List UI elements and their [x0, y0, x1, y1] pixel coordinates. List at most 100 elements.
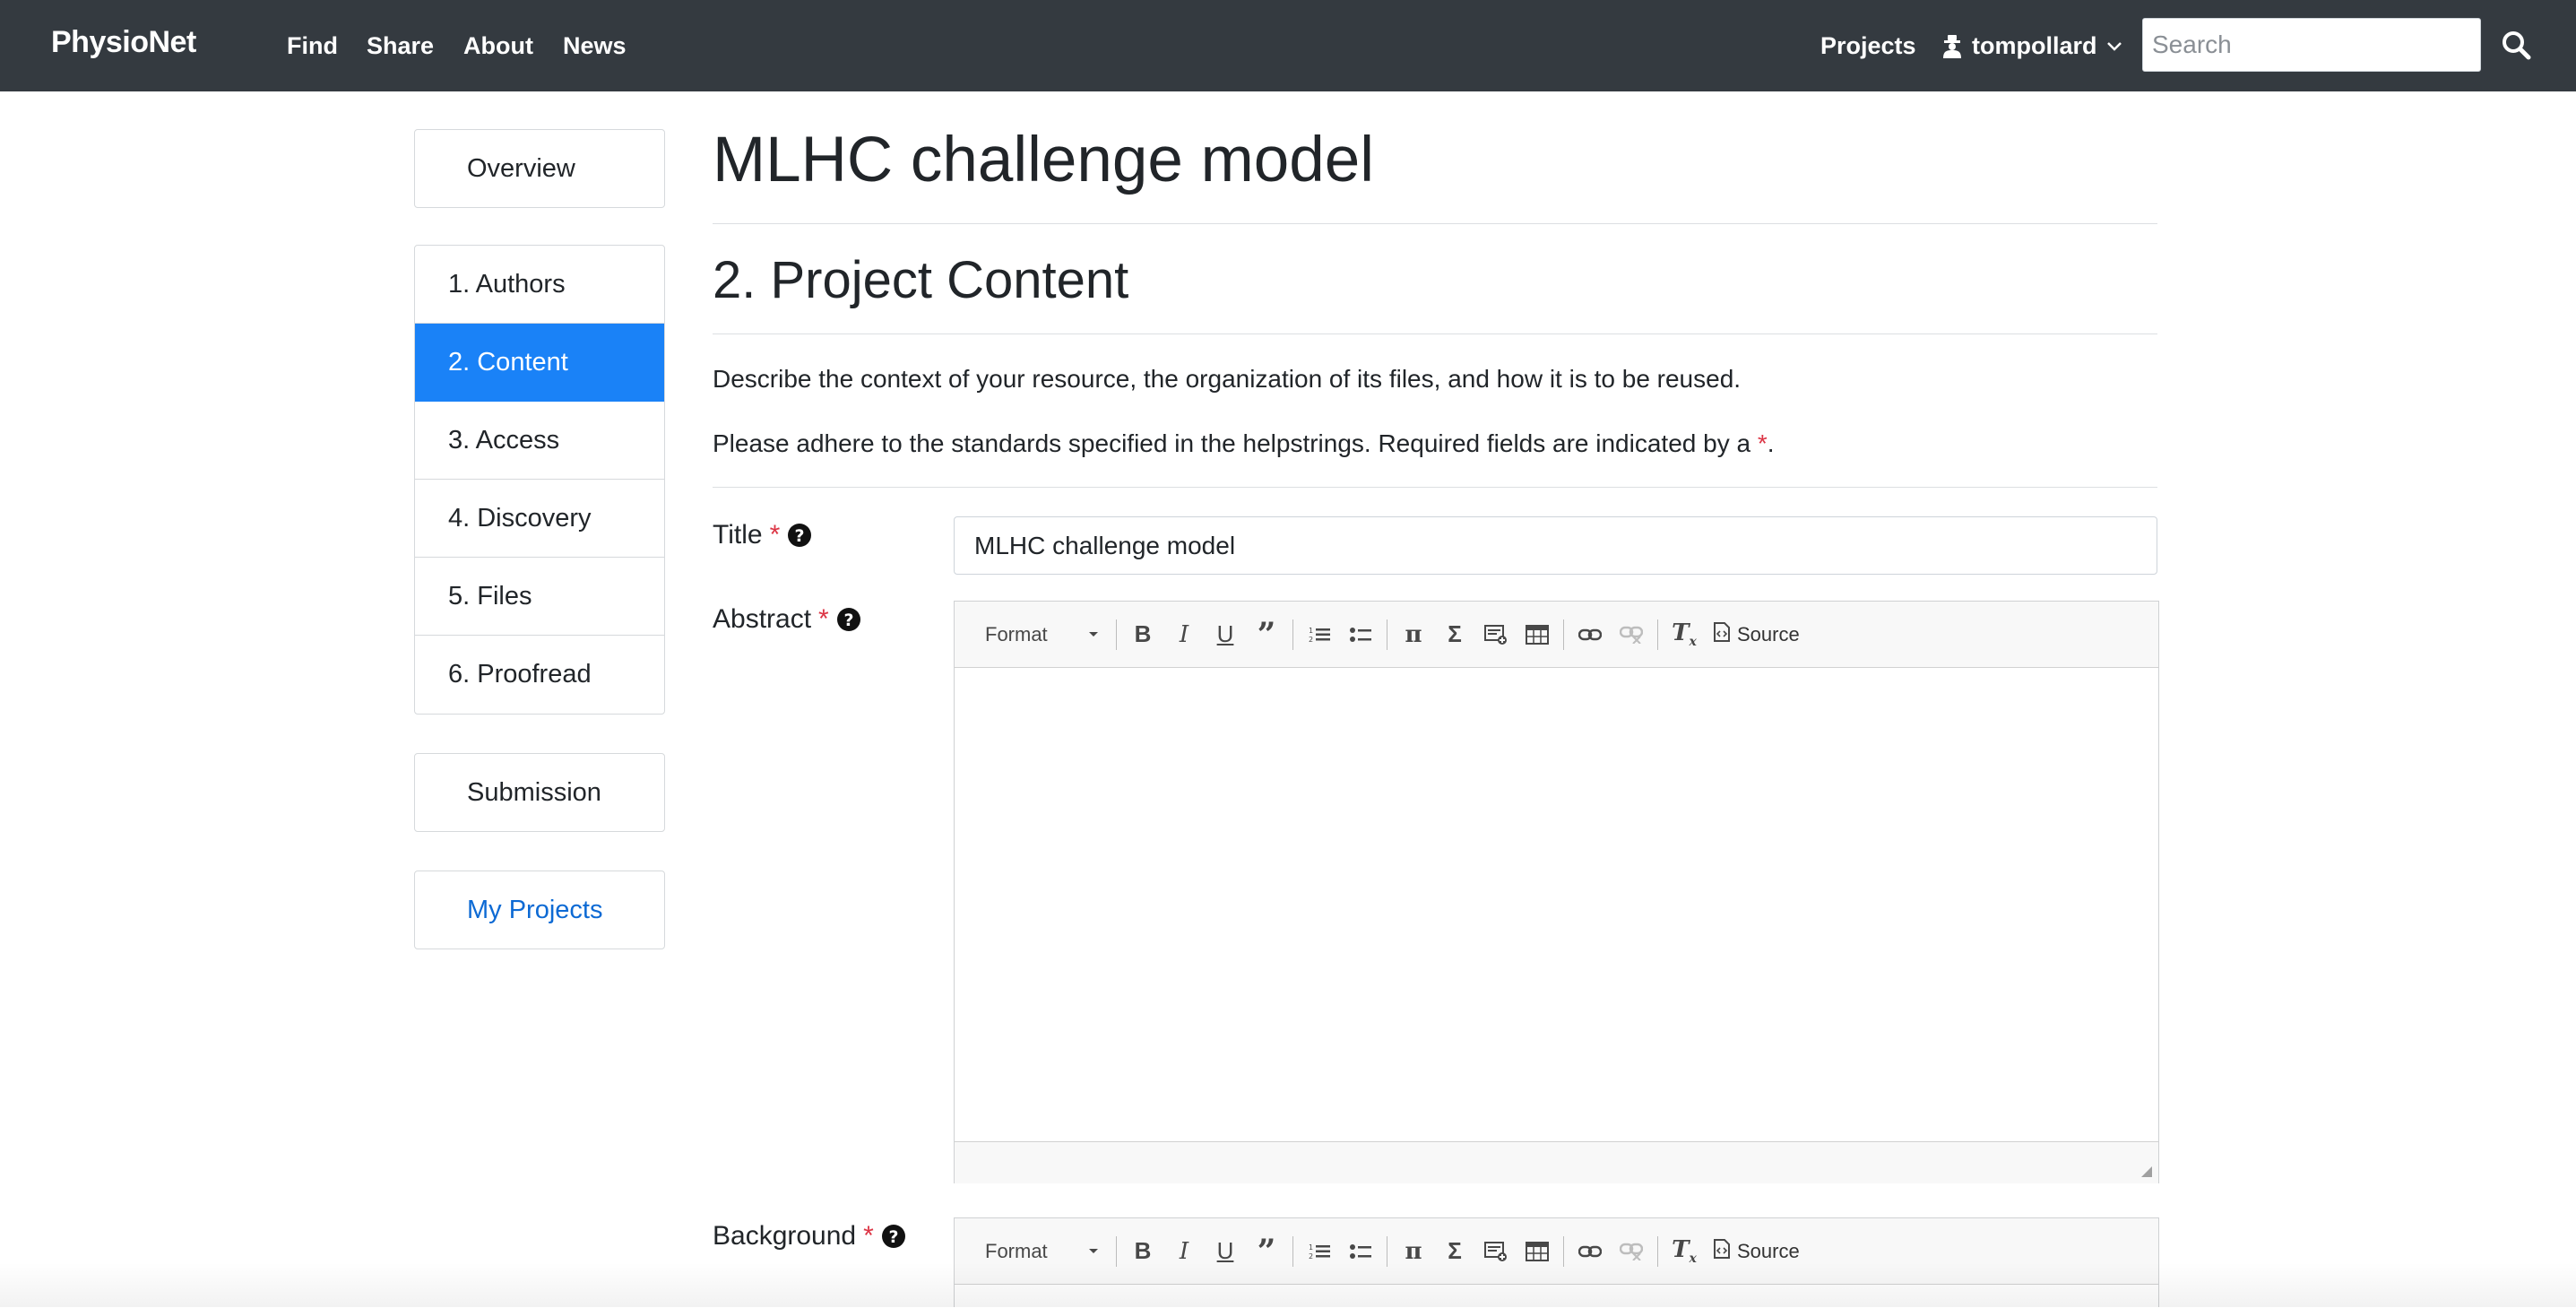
nav-about[interactable]: About — [463, 32, 533, 60]
sidebar-item-access[interactable]: 3. Access — [415, 402, 664, 480]
help-icon[interactable]: ? — [881, 1224, 906, 1249]
remove-format-button[interactable]: Tx — [1664, 1231, 1705, 1272]
sidebar-item-proofread[interactable]: 6. Proofread — [415, 636, 664, 714]
sidebar-item-discovery[interactable]: 4. Discovery — [415, 480, 664, 558]
title-label-text: Title — [713, 520, 763, 550]
table-button[interactable] — [1517, 1231, 1558, 1272]
resize-handle-icon[interactable] — [2139, 1164, 2153, 1178]
sidebar-item-content[interactable]: 2. Content — [415, 324, 664, 402]
numbered-list-button[interactable]: 12 — [1299, 1231, 1340, 1272]
search-button[interactable] — [2501, 30, 2533, 62]
unlink-button[interactable] — [1611, 1231, 1652, 1272]
format-dropdown[interactable]: Format — [967, 617, 1111, 653]
sidebar-item-authors[interactable]: 1. Authors — [415, 246, 664, 324]
underline-button[interactable]: U — [1205, 1231, 1246, 1272]
required-marker: * — [818, 604, 829, 634]
source-button[interactable]: Source — [1705, 1231, 1809, 1272]
instructions-text: Please adhere to the standards specified… — [713, 429, 1775, 458]
numbered-list-icon: 12 — [1309, 1243, 1330, 1260]
remove-format-icon: Tx — [1672, 619, 1697, 650]
italic-button[interactable]: I — [1163, 1231, 1205, 1272]
svg-text:?: ? — [843, 611, 853, 630]
svg-text:?: ? — [888, 1227, 898, 1247]
blockquote-button[interactable]: ” — [1246, 614, 1287, 655]
remove-format-icon: Tx — [1672, 1235, 1697, 1267]
sidebar-overview[interactable]: Overview — [414, 129, 665, 208]
svg-text:?: ? — [795, 526, 805, 546]
source-label: Source — [1737, 1239, 1800, 1262]
source-label: Source — [1737, 622, 1800, 645]
format-dropdown[interactable]: Format — [967, 1234, 1111, 1269]
remove-format-button[interactable]: Tx — [1664, 614, 1705, 655]
quote-icon: ” — [1257, 1232, 1276, 1270]
unlink-button[interactable] — [1611, 614, 1652, 655]
sidebar-steps: 1. Authors 2. Content 3. Access 4. Disco… — [414, 245, 665, 715]
sidebar-my-projects[interactable]: My Projects — [414, 871, 665, 949]
numbered-list-button[interactable]: 12 — [1299, 614, 1340, 655]
abstract-editor: Format B I U ” 12 π Σ Tx Source — [954, 601, 2159, 1183]
abstract-label: Abstract * ? — [713, 604, 861, 635]
background-editor-body[interactable] — [955, 1285, 2158, 1308]
toolbar-separator — [1292, 1235, 1293, 1267]
section-title: 2. Project Content — [713, 251, 1129, 309]
description-text: Describe the context of your resource, t… — [713, 365, 1742, 393]
table-icon — [1526, 1241, 1549, 1261]
user-menu[interactable]: tompollard — [1941, 32, 2122, 60]
nav-projects[interactable]: Projects — [1820, 32, 1916, 60]
unlink-icon — [1620, 1243, 1643, 1260]
math-button[interactable]: π — [1393, 1231, 1434, 1272]
toolbar-separator — [1657, 619, 1658, 650]
underline-button[interactable]: U — [1205, 614, 1246, 655]
insert-snippet-icon — [1484, 1241, 1508, 1262]
bulleted-list-button[interactable] — [1340, 1231, 1381, 1272]
title-input[interactable] — [954, 516, 2157, 575]
sigma-button[interactable]: Σ — [1434, 614, 1475, 655]
bulleted-list-icon — [1350, 626, 1371, 644]
svg-text:2: 2 — [1309, 1252, 1313, 1260]
bold-button[interactable]: B — [1122, 614, 1163, 655]
bold-icon: B — [1134, 1237, 1152, 1264]
nav-find[interactable]: Find — [287, 32, 338, 60]
underline-icon: U — [1216, 1237, 1234, 1264]
insert-snippet-button[interactable] — [1475, 614, 1517, 655]
sidebar-submission[interactable]: Submission — [414, 753, 665, 832]
username-label: tompollard — [1972, 32, 2097, 59]
toolbar-separator — [1116, 1235, 1117, 1267]
title-label: Title * ? — [713, 520, 812, 550]
toolbar-separator — [1116, 619, 1117, 650]
format-label: Format — [985, 622, 1048, 645]
insert-snippet-icon — [1484, 624, 1508, 645]
link-button[interactable] — [1569, 614, 1611, 655]
divider — [713, 487, 2157, 488]
sidebar-item-files[interactable]: 5. Files — [415, 558, 664, 636]
bold-button[interactable]: B — [1122, 1231, 1163, 1272]
format-label: Format — [985, 1239, 1048, 1262]
blockquote-button[interactable]: ” — [1246, 1231, 1287, 1272]
insert-snippet-button[interactable] — [1475, 1231, 1517, 1272]
sigma-button[interactable]: Σ — [1434, 1231, 1475, 1272]
editor-toolbar: Format B I U ” 12 π Σ Tx Source — [955, 602, 2158, 668]
brand-logo[interactable]: PhysioNet — [51, 25, 196, 60]
nav-share[interactable]: Share — [367, 32, 434, 60]
abstract-label-text: Abstract — [713, 604, 812, 634]
caret-down-icon — [1089, 632, 1098, 637]
link-button[interactable] — [1569, 1231, 1611, 1272]
pi-icon: π — [1405, 620, 1422, 648]
nav-news[interactable]: News — [563, 32, 627, 60]
pi-icon: π — [1405, 1237, 1422, 1265]
toolbar-separator — [1563, 1235, 1564, 1267]
abstract-editor-body[interactable] — [955, 668, 2158, 1141]
svg-text:1: 1 — [1309, 627, 1313, 635]
source-button[interactable]: Source — [1705, 614, 1809, 655]
search-input[interactable] — [2142, 18, 2481, 72]
svg-text:2: 2 — [1309, 636, 1313, 644]
help-icon[interactable]: ? — [836, 607, 861, 632]
help-icon[interactable]: ? — [787, 523, 812, 548]
math-button[interactable]: π — [1393, 614, 1434, 655]
toolbar-separator — [1563, 619, 1564, 650]
link-icon — [1578, 1245, 1602, 1258]
italic-button[interactable]: I — [1163, 614, 1205, 655]
table-button[interactable] — [1517, 614, 1558, 655]
bulleted-list-button[interactable] — [1340, 614, 1381, 655]
bulleted-list-icon — [1350, 1243, 1371, 1260]
